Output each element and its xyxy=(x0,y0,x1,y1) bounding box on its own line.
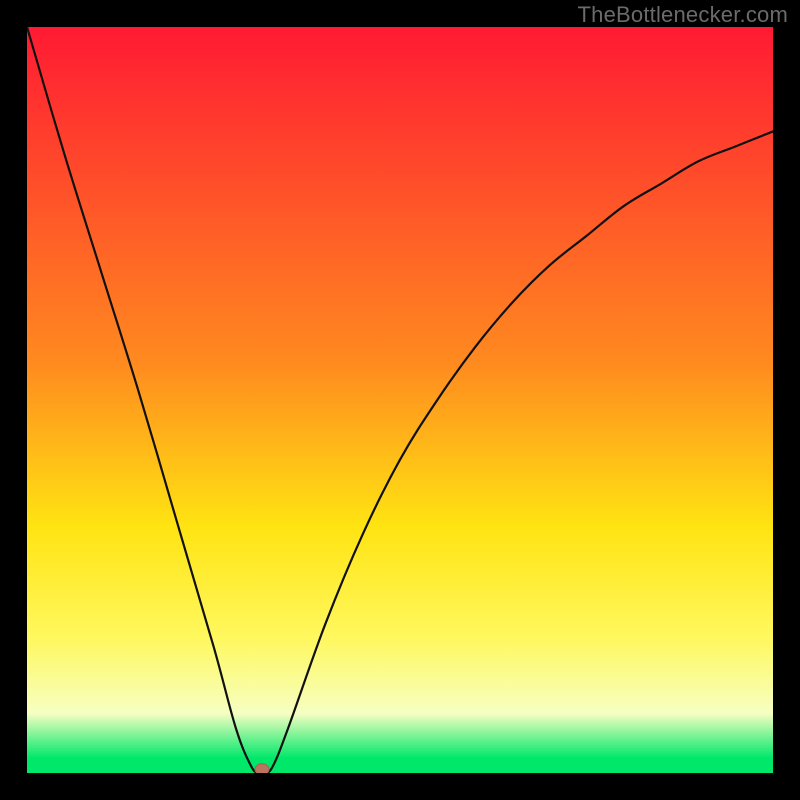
plot-area xyxy=(27,27,773,773)
bottleneck-curve xyxy=(27,27,773,773)
curve-layer xyxy=(27,27,773,773)
watermark-text: TheBottlenecker.com xyxy=(578,2,788,28)
chart-frame: TheBottlenecker.com xyxy=(0,0,800,800)
optimal-point xyxy=(255,764,269,773)
